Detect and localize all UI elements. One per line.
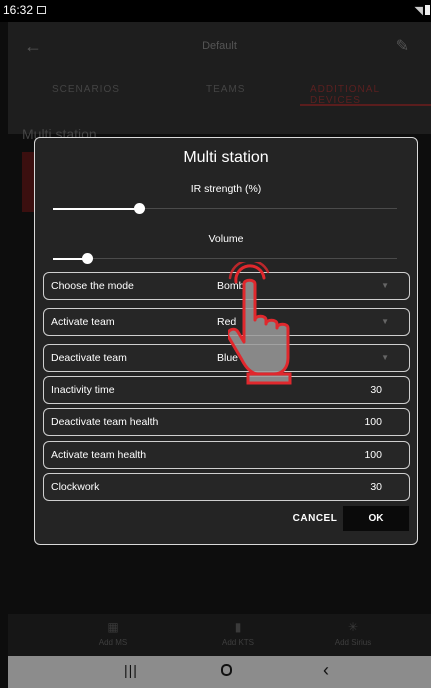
inactivity-time-value: 30 bbox=[370, 384, 382, 396]
volume-slider[interactable] bbox=[53, 253, 397, 264]
dropdown-caret-icon: ▼ bbox=[381, 317, 389, 326]
grid-icon: ▦ bbox=[107, 620, 119, 634]
app-title: Default bbox=[202, 40, 237, 52]
activate-team-label: Activate team bbox=[51, 316, 115, 328]
deactivate-team-label: Deactivate team bbox=[51, 352, 127, 364]
inactivity-time-field[interactable]: Inactivity time 30 bbox=[43, 376, 410, 404]
nav-back-icon[interactable]: ‹ bbox=[323, 660, 329, 681]
add-kts-label: Add KTS bbox=[221, 638, 254, 647]
deactivate-team-health-value: 100 bbox=[364, 416, 382, 428]
background-device-card bbox=[22, 152, 34, 212]
status-time: 16:32 bbox=[3, 3, 34, 17]
add-sirius-label: Add Sirius bbox=[334, 638, 372, 647]
deactivate-team-health-label: Deactivate team health bbox=[51, 416, 159, 428]
multi-station-dialog: Multi station IR strength (%) Volume Cho… bbox=[34, 137, 418, 545]
ok-button[interactable]: OK bbox=[343, 506, 409, 531]
add-ms-button[interactable]: ▦ Add MS bbox=[68, 620, 158, 647]
volume-slider-thumb[interactable] bbox=[82, 253, 94, 264]
device-icon: ▮ bbox=[234, 620, 242, 634]
clockwork-field[interactable]: Clockwork 30 bbox=[43, 473, 410, 501]
active-tab-indicator bbox=[300, 104, 431, 106]
bottom-action-bar: ▦ Add MS ▮ Add KTS ✳ Add Sirius bbox=[8, 614, 431, 656]
sirius-icon: ✳ bbox=[347, 620, 359, 634]
dialog-title: Multi station bbox=[183, 149, 269, 166]
deactivate-team-select[interactable]: Deactivate team Blue ▼ bbox=[43, 344, 410, 372]
ir-strength-label: IR strength (%) bbox=[190, 183, 262, 195]
inactivity-time-label: Inactivity time bbox=[51, 384, 115, 396]
battery-icon bbox=[425, 5, 430, 15]
system-navigation-bar: ||| ‹ bbox=[8, 656, 431, 688]
tab-scenarios[interactable]: SCENARIOS bbox=[52, 84, 120, 95]
ir-strength-slider[interactable] bbox=[53, 203, 397, 214]
add-kts-button[interactable]: ▮ Add KTS bbox=[193, 620, 283, 647]
mode-label: Choose the mode bbox=[51, 280, 134, 292]
tab-additional-devices[interactable]: ADDITIONAL DEVICES bbox=[310, 84, 431, 106]
volume-label: Volume bbox=[208, 233, 244, 245]
add-ms-label: Add MS bbox=[98, 638, 128, 647]
edit-pencil-icon[interactable]: ✎ bbox=[396, 36, 409, 56]
tap-hand-icon bbox=[228, 262, 292, 385]
image-notification-icon bbox=[37, 6, 46, 14]
dropdown-caret-icon: ▼ bbox=[381, 353, 389, 362]
dropdown-caret-icon: ▼ bbox=[381, 281, 389, 290]
recents-icon[interactable]: ||| bbox=[124, 662, 138, 678]
activate-team-health-label: Activate team health bbox=[51, 449, 147, 461]
activate-team-health-value: 100 bbox=[364, 449, 382, 461]
ir-strength-slider-fill bbox=[53, 207, 139, 210]
deactivate-team-health-field[interactable]: Deactivate team health 100 bbox=[43, 408, 410, 436]
mode-select[interactable]: Choose the mode Bomb ▼ bbox=[43, 272, 410, 300]
home-icon[interactable] bbox=[221, 664, 232, 676]
wifi-icon: ◥ bbox=[414, 5, 423, 17]
activate-team-select[interactable]: Activate team Red ▼ bbox=[43, 308, 410, 336]
tab-teams[interactable]: TEAMS bbox=[206, 84, 245, 95]
app-bar: ← Default ✎ SCENARIOS TEAMS ADDITIONAL D… bbox=[8, 22, 431, 134]
clockwork-value: 30 bbox=[370, 481, 382, 493]
cancel-button[interactable]: CANCEL bbox=[287, 506, 343, 531]
activate-team-health-field[interactable]: Activate team health 100 bbox=[43, 441, 410, 469]
add-sirius-button[interactable]: ✳ Add Sirius bbox=[308, 620, 398, 647]
ir-strength-slider-thumb[interactable] bbox=[134, 203, 145, 214]
clockwork-label: Clockwork bbox=[51, 481, 100, 493]
status-bar: 16:32 ◥ bbox=[0, 0, 431, 22]
